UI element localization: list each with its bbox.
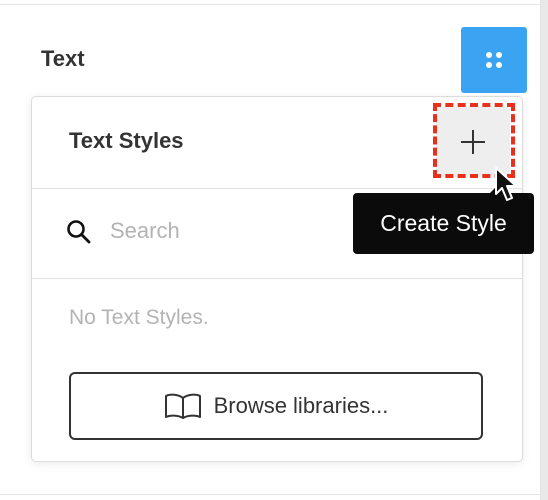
search-icon [67,220,91,244]
grid-styles-button[interactable] [461,27,527,93]
tooltip-text: Create Style [380,210,507,236]
panel-top-divider [0,0,540,5]
section-title: Text [41,46,85,71]
browse-libraries-button[interactable]: Browse libraries... [69,372,483,440]
book-icon [164,393,201,419]
panel-bottom-divider [0,494,540,495]
search-divider [32,278,522,279]
empty-state-text: No Text Styles. [69,306,209,329]
browse-libraries-label: Browse libraries... [213,393,389,418]
grid-dots-icon [486,52,502,68]
plus-icon [461,130,485,154]
mouse-cursor-icon [495,167,517,201]
text-styles-popover: Text Styles No Text Styles. Browse libra… [31,96,523,462]
popover-title: Text Styles [69,128,184,153]
